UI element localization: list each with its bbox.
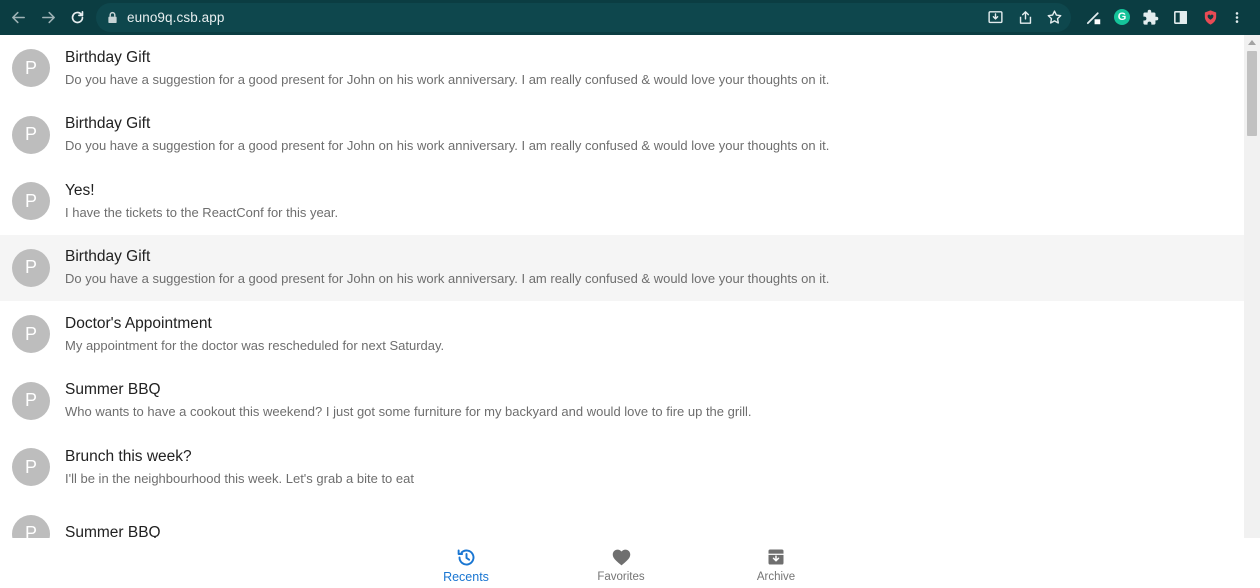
list-item[interactable]: P Birthday Gift Do you have a suggestion… [0, 35, 1244, 102]
list-item[interactable]: P Brunch this week? I'll be in the neigh… [0, 434, 1244, 501]
bookmark-star-icon[interactable] [1045, 8, 1064, 27]
list-item[interactable]: P Birthday Gift Do you have a suggestion… [0, 234, 1244, 301]
more-vert-icon[interactable] [1230, 8, 1244, 27]
avatar: P [12, 514, 50, 538]
list-item[interactable]: P Summer BBQ [0, 501, 1244, 538]
message-title: Doctor's Appointment [65, 314, 212, 332]
heart-icon [610, 546, 632, 568]
list-item[interactable]: P Yes! I have the tickets to the ReactCo… [0, 168, 1244, 235]
back-arrow-icon[interactable] [3, 0, 33, 35]
recents-label: Recents [443, 570, 489, 584]
avatar: P [12, 49, 50, 88]
side-panel-icon[interactable] [1171, 8, 1190, 27]
message-title: Summer BBQ [65, 523, 161, 538]
message-preview: Do you have a suggestion for a good pres… [65, 271, 830, 287]
message-preview: Do you have a suggestion for a good pres… [65, 138, 830, 154]
bottom-nav-favorites[interactable]: Favorites [561, 538, 681, 588]
scroll-up-arrow-icon[interactable] [1248, 40, 1256, 45]
avatar: P [12, 248, 50, 287]
message-title: Birthday Gift [65, 48, 151, 66]
message-preview: I have the tickets to the ReactConf for … [65, 204, 339, 220]
list-item[interactable]: P Doctor's Appointment My appointment fo… [0, 301, 1244, 368]
pen-extension-icon[interactable] [1084, 8, 1103, 27]
scrollbar-thumb[interactable] [1247, 51, 1257, 136]
message-title: Birthday Gift [65, 115, 151, 133]
message-preview: Who wants to have a cookout this weekend… [65, 404, 752, 420]
bottom-nav-recents[interactable]: Recents [406, 538, 526, 588]
url-text: euno9q.csb.app [127, 10, 225, 25]
message-title: Birthday Gift [65, 248, 151, 266]
avatar: P [12, 448, 50, 487]
address-bar[interactable]: euno9q.csb.app [96, 3, 1071, 32]
forward-arrow-icon[interactable] [33, 0, 63, 35]
avatar: P [12, 115, 50, 154]
avatar: P [12, 381, 50, 420]
lock-icon[interactable] [106, 11, 118, 25]
profile-shield-icon[interactable] [1200, 8, 1221, 27]
message-title: Yes! [65, 181, 95, 199]
message-title: Brunch this week? [65, 447, 192, 465]
history-icon [455, 546, 477, 568]
bottom-nav-archive[interactable]: Archive [716, 538, 836, 588]
favorites-label: Favorites [597, 571, 645, 583]
message-list: P Birthday Gift Do you have a suggestion… [0, 35, 1244, 538]
share-icon[interactable] [1016, 8, 1035, 27]
message-title: Summer BBQ [65, 381, 161, 399]
grammarly-icon[interactable]: G [1114, 9, 1130, 25]
avatar: P [12, 182, 50, 221]
message-preview: Do you have a suggestion for a good pres… [65, 71, 830, 87]
list-item[interactable]: P Summer BBQ Who wants to have a cookout… [0, 368, 1244, 435]
archive-label: Archive [756, 571, 796, 583]
message-preview: I'll be in the neighbourhood this week. … [65, 470, 414, 486]
list-item[interactable]: P Birthday Gift Do you have a suggestion… [0, 102, 1244, 169]
reload-icon[interactable] [62, 0, 92, 35]
archive-icon [765, 546, 787, 568]
message-preview: My appointment for the doctor was resche… [65, 337, 445, 353]
browser-toolbar: euno9q.csb.app G [0, 0, 1260, 35]
bottom-navigation: Recents Favorites Archive [0, 538, 1260, 588]
vertical-scrollbar[interactable] [1244, 35, 1260, 538]
install-app-icon[interactable] [986, 8, 1005, 27]
avatar: P [12, 315, 50, 354]
extensions-puzzle-icon[interactable] [1141, 8, 1160, 27]
